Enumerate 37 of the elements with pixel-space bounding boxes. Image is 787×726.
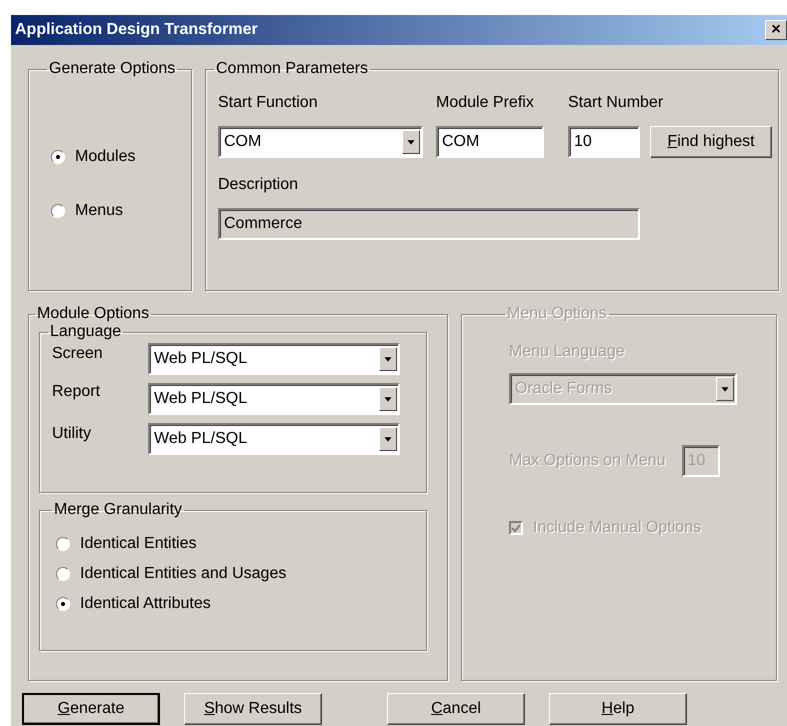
window-title: Application Design Transformer: [15, 21, 258, 39]
field-label: Start Function: [218, 94, 319, 112]
radio-button[interactable]: [56, 537, 70, 551]
group-title: Module Options: [36, 305, 150, 323]
close-button[interactable]: ×: [765, 20, 787, 40]
group-title: Merge Granularity: [53, 501, 184, 519]
find-highest-button[interactable]: Find highest: [650, 126, 772, 158]
radio-label: Identical Entities and Usages: [80, 565, 286, 583]
group-title: Language: [49, 323, 122, 341]
radio-label: Identical Entities: [80, 535, 197, 553]
field-label: Report: [52, 383, 102, 401]
language-dropdown[interactable]: Web PL/SQL: [148, 343, 400, 375]
dialog-button[interactable]: Generate: [22, 693, 160, 725]
start-number-field[interactable]: 10: [568, 126, 640, 158]
radio-button[interactable]: [56, 597, 70, 611]
radio-label: Modules: [75, 148, 136, 166]
group-title: Common Parameters: [215, 60, 370, 78]
module-prefix-field[interactable]: COM: [436, 126, 544, 158]
radio-button[interactable]: [56, 567, 70, 581]
language-dropdown[interactable]: Web PL/SQL: [148, 383, 400, 415]
radio-button[interactable]: [51, 204, 65, 218]
field-label: Module Prefix: [436, 94, 535, 112]
radio-button[interactable]: [51, 150, 65, 164]
language-dropdown[interactable]: Web PL/SQL: [148, 423, 400, 455]
radio-label: Menus: [75, 202, 124, 220]
field-label: Start Number: [568, 94, 664, 112]
start-function-dropdown[interactable]: COM: [218, 126, 423, 158]
group-title: Menu Options: [506, 305, 608, 323]
field-label: Screen: [52, 345, 104, 363]
dialog-button[interactable]: Help: [549, 693, 687, 725]
group-title: Generate Options: [48, 60, 176, 78]
dialog-button[interactable]: Show Results: [184, 693, 322, 725]
field-label: Description: [218, 176, 300, 194]
description-field[interactable]: Commerce: [218, 208, 640, 240]
dialog-button[interactable]: Cancel: [387, 693, 525, 725]
radio-label: Identical Attributes: [80, 595, 211, 613]
field-label: Utility: [52, 425, 92, 443]
